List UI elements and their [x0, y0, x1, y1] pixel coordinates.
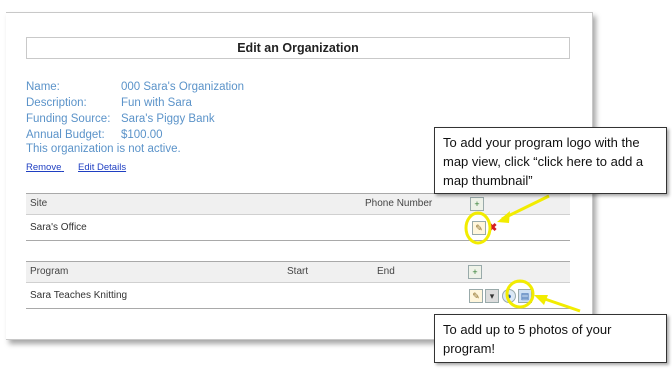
logo-arrow-head — [497, 211, 510, 223]
map-thumbnail-highlight — [505, 279, 535, 309]
photos-callout: To add up to 5 photos of your program! — [434, 314, 667, 363]
edit-icon-highlight — [464, 211, 492, 245]
logo-callout: To add your program logo with the map vi… — [434, 127, 667, 194]
photos-arrow-head — [534, 295, 548, 305]
